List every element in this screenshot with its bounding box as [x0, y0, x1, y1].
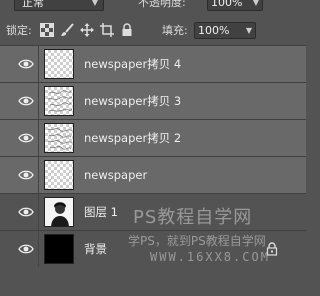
watermark-slogan: 学PS，就到PS教程自学网	[128, 234, 266, 248]
blend-opacity-row: 正常 ▼ 不透明度: 100% ▼	[0, 0, 306, 14]
watermark-url: WWW.16XX8.COM	[150, 250, 270, 264]
divider	[38, 157, 39, 193]
divider	[38, 46, 39, 82]
layer-thumbnail[interactable]	[44, 234, 74, 264]
layer-name[interactable]: newspaper拷贝 2	[84, 131, 181, 145]
layer-thumbnail[interactable]	[44, 197, 74, 227]
lock-all-icon[interactable]	[120, 23, 134, 37]
layer-thumbnail[interactable]	[44, 160, 74, 190]
layer-row[interactable]: newspaper	[0, 156, 306, 193]
layer-row[interactable]: newspaper拷贝 3	[0, 82, 306, 119]
visibility-eye-icon[interactable]	[18, 206, 34, 218]
lock-label: 锁定:	[6, 24, 32, 37]
lock-fill-row: 锁定: 填充: 100% ▼	[0, 18, 306, 44]
divider	[38, 83, 39, 119]
chevron-down-icon: ▼	[91, 0, 98, 7]
layer-name[interactable]: newspaper拷贝 3	[84, 94, 181, 108]
texture-thumbnail-image	[47, 128, 73, 150]
divider	[38, 120, 39, 156]
chevron-down-icon[interactable]: ▼	[246, 23, 252, 38]
layer-name[interactable]: 背景	[84, 242, 107, 256]
layer-name[interactable]: newspaper拷贝 4	[84, 57, 181, 71]
lock-transparent-pixels-icon[interactable]	[40, 23, 54, 37]
opacity-value: 100%	[211, 0, 243, 9]
visibility-eye-icon[interactable]	[18, 58, 34, 70]
fill-input[interactable]: 100% ▼	[194, 22, 256, 39]
visibility-eye-icon[interactable]	[18, 132, 34, 144]
photo-thumbnail-image	[51, 202, 69, 226]
opacity-label: 不透明度:	[138, 0, 186, 9]
lock-position-icon[interactable]	[80, 23, 94, 37]
layer-thumbnail[interactable]	[44, 86, 74, 116]
fill-value: 100%	[198, 24, 230, 37]
divider	[38, 194, 39, 230]
opacity-input[interactable]: 100% ▼	[207, 0, 263, 11]
chevron-down-icon[interactable]: ▼	[253, 0, 259, 10]
texture-thumbnail-image	[47, 90, 73, 112]
divider	[38, 231, 39, 267]
lock-artboard-icon[interactable]	[100, 23, 114, 37]
watermark-title: PS教程自学网	[133, 207, 253, 228]
layer-row[interactable]: newspaper拷贝 2	[0, 119, 306, 156]
lock-image-pixels-icon[interactable]	[60, 23, 74, 37]
layer-name[interactable]: 图层 1	[84, 205, 118, 219]
blend-mode-value: 正常	[22, 0, 44, 9]
visibility-eye-icon[interactable]	[18, 169, 34, 181]
layer-thumbnail[interactable]	[44, 49, 74, 79]
blend-mode-dropdown[interactable]: 正常 ▼	[14, 0, 104, 11]
layer-thumbnail[interactable]	[44, 123, 74, 153]
visibility-eye-icon[interactable]	[18, 95, 34, 107]
fill-label: 填充:	[162, 24, 188, 37]
visibility-eye-icon[interactable]	[18, 243, 34, 255]
layer-name[interactable]: newspaper	[84, 168, 147, 182]
layer-row[interactable]: newspaper拷贝 4	[0, 45, 306, 82]
